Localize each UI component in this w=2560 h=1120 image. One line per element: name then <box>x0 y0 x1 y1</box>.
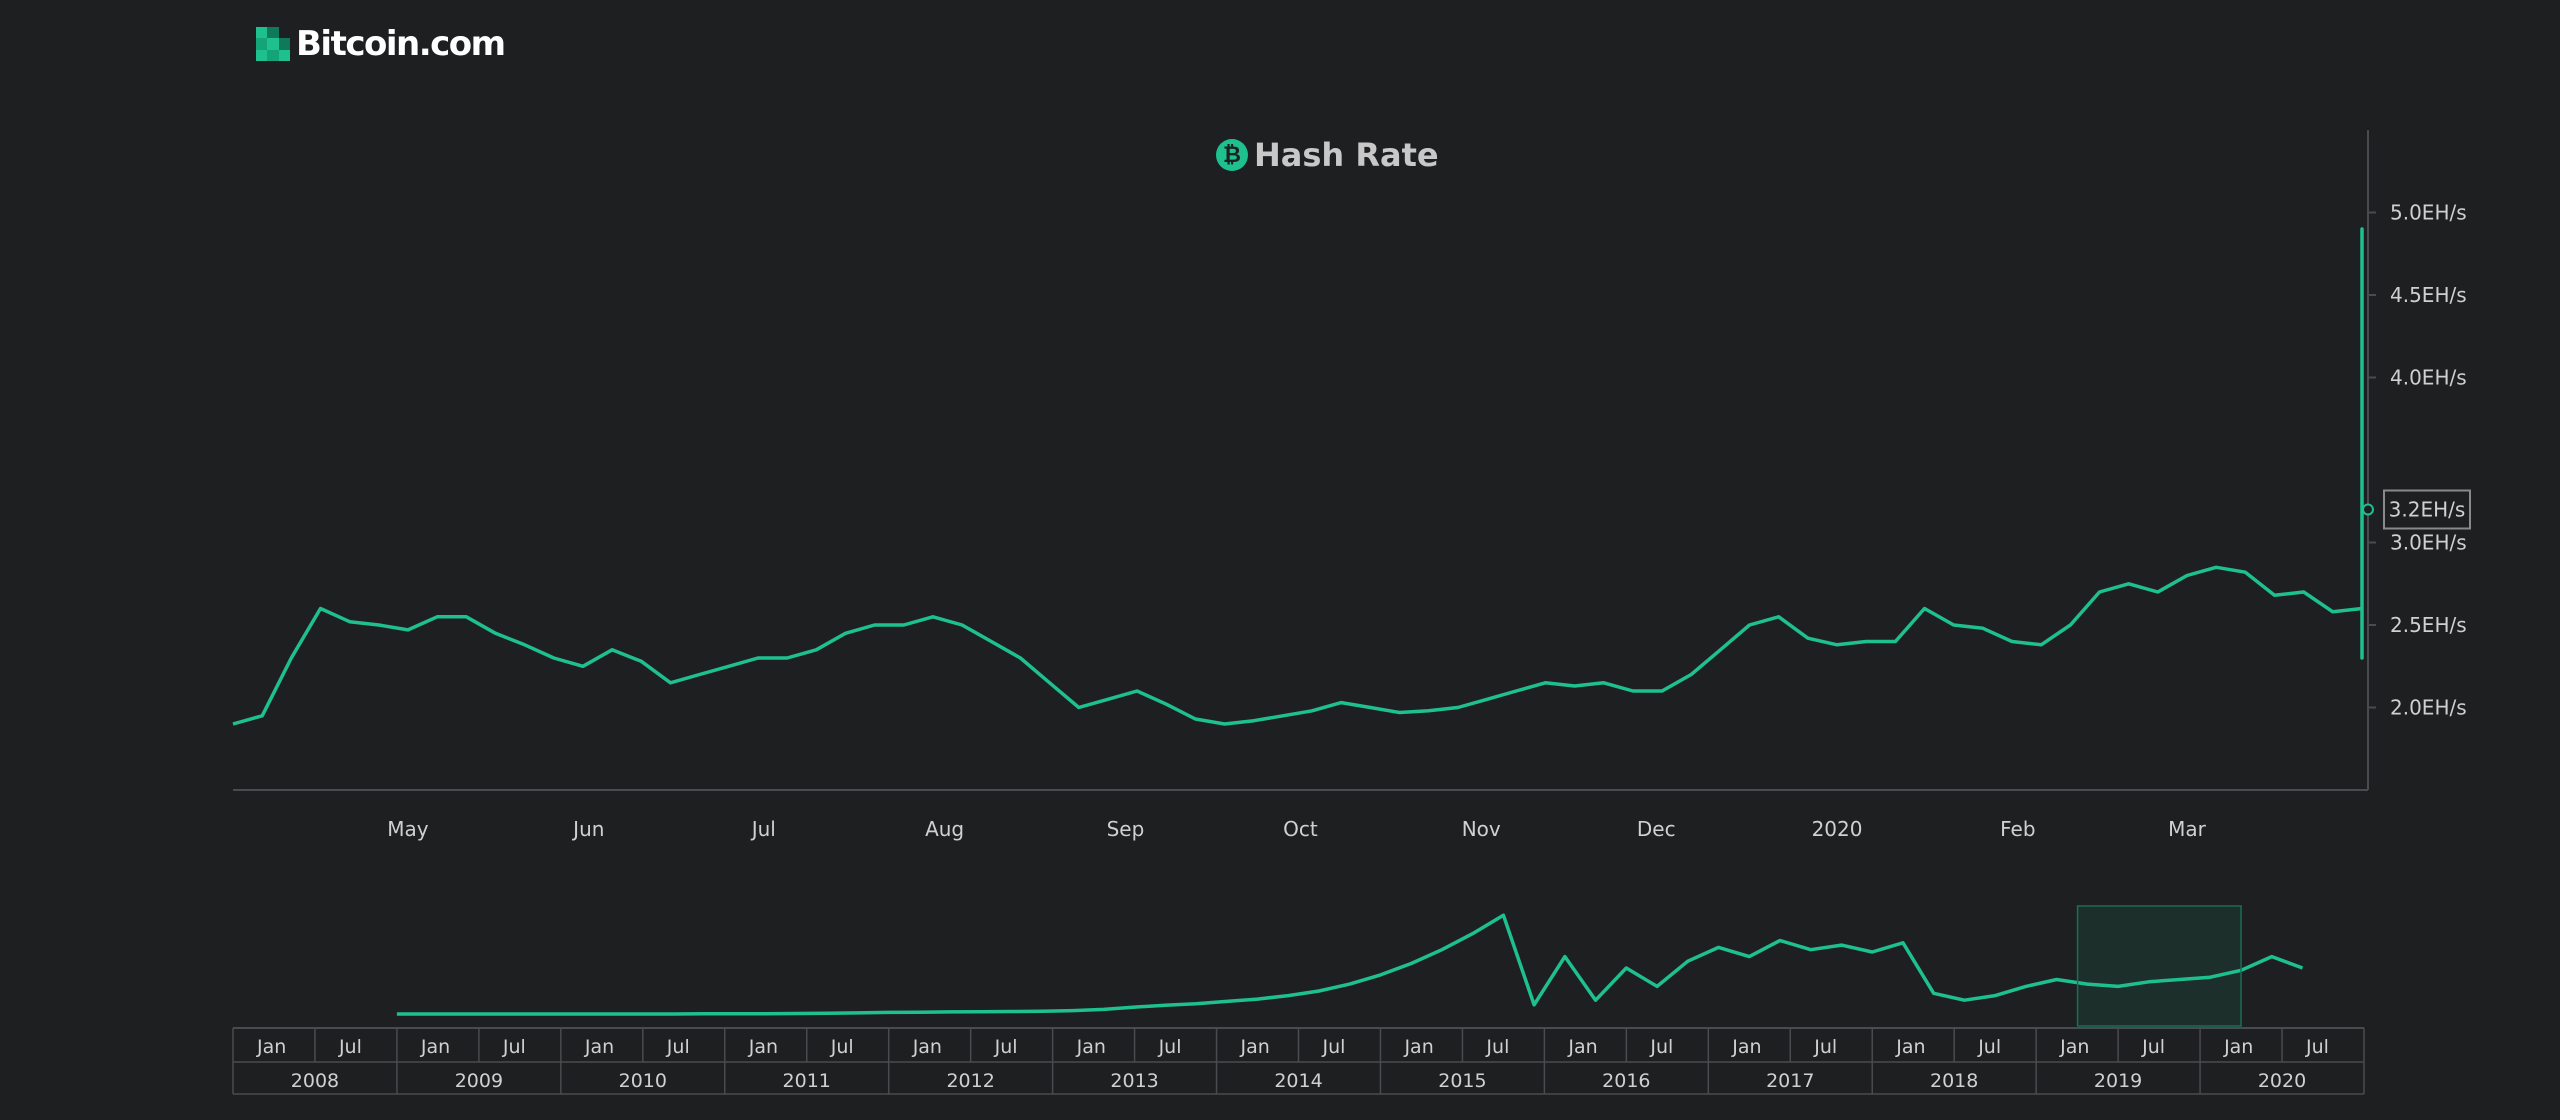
x-tick-label: Jun <box>571 817 604 841</box>
hash-rate-chart[interactable]: 2.0EH/s 2.5EH/s 3.0EH/s 4.0EH/s 4.5EH/s 5.0EH… <box>0 0 2560 1120</box>
x-tick-label: May <box>387 817 429 841</box>
navigator-month-label: Jan <box>1403 1036 1433 1058</box>
y-tick-label: 5.0EH/s <box>2390 201 2467 225</box>
navigator-year-label[interactable]: 2012 <box>946 1070 994 1092</box>
navigator-month-label: Jul <box>338 1036 362 1058</box>
navigator-year-label[interactable]: 2019 <box>2094 1070 2142 1092</box>
x-tick-label: Sep <box>1107 817 1145 841</box>
navigator-month-label: Jan <box>420 1036 450 1058</box>
navigator-month-label: Jul <box>2141 1036 2165 1058</box>
navigator-month-label: Jan <box>584 1036 614 1058</box>
navigator-year-label[interactable]: 2014 <box>1274 1070 1322 1092</box>
navigator-year-label[interactable]: 2016 <box>1602 1070 1650 1092</box>
navigator-year-label[interactable]: 2010 <box>619 1070 667 1092</box>
navigator-series-line <box>396 913 2304 1016</box>
navigator-selection[interactable] <box>2076 905 2242 1027</box>
navigator-month-label: Jul <box>830 1036 854 1058</box>
navigator-month-label: Jan <box>1240 1036 1270 1058</box>
x-tick-label: Mar <box>2168 817 2207 841</box>
navigator-year-label[interactable]: 2008 <box>291 1070 339 1092</box>
navigator-month-label: Jul <box>1813 1036 1837 1058</box>
navigator-month-label: Jul <box>1649 1036 1673 1058</box>
navigator-month-label: Jul <box>1158 1036 1182 1058</box>
navigator-month-label: Jul <box>1322 1036 1346 1058</box>
crosshair-value: 3.2EH/s <box>2389 498 2466 522</box>
navigator-month-label: Jul <box>502 1036 526 1058</box>
y-tick-label: 2.5EH/s <box>2390 613 2467 637</box>
y-tick-label: 2.0EH/s <box>2390 696 2467 720</box>
navigator-year-label[interactable]: 2017 <box>1766 1070 1814 1092</box>
navigator-year-label[interactable]: 2015 <box>1438 1070 1486 1092</box>
navigator-month-label: Jan <box>748 1036 778 1058</box>
navigator-month-label: Jul <box>994 1036 1018 1058</box>
navigator-year-label[interactable]: 2020 <box>2258 1070 2306 1092</box>
y-tick-label: 4.5EH/s <box>2390 283 2467 307</box>
navigator-month-label: Jul <box>2305 1036 2329 1058</box>
navigator-month-label: Jul <box>666 1036 690 1058</box>
x-tick-label: 2020 <box>1812 817 1863 841</box>
navigator-year-label[interactable]: 2009 <box>455 1070 503 1092</box>
navigator-month-label: Jul <box>1977 1036 2001 1058</box>
navigator-year-label[interactable]: 2013 <box>1110 1070 1158 1092</box>
crosshair-marker <box>2362 503 2374 516</box>
x-tick-label: Aug <box>925 817 964 841</box>
x-tick-label: Nov <box>1462 817 1501 841</box>
y-tick-label: 4.0EH/s <box>2390 366 2467 390</box>
navigator-month-label: Jan <box>256 1036 286 1058</box>
navigator-month-label: Jan <box>912 1036 942 1058</box>
navigator-month-label: Jan <box>1895 1036 1925 1058</box>
hash-rate-series-line[interactable] <box>232 227 2364 726</box>
navigator-month-label: Jul <box>1485 1036 1509 1058</box>
navigator-month-label: Jan <box>1567 1036 1597 1058</box>
navigator-month-label: Jan <box>1076 1036 1106 1058</box>
x-tick-label: Oct <box>1283 817 1318 841</box>
navigator-month-label: Jan <box>2059 1036 2089 1058</box>
x-tick-label: Dec <box>1637 817 1676 841</box>
navigator-month-label: Jan <box>1731 1036 1761 1058</box>
x-tick-label: Feb <box>2000 817 2035 841</box>
y-tick-label: 3.0EH/s <box>2390 531 2467 555</box>
navigator-month-label: Jan <box>2223 1036 2253 1058</box>
navigator-year-label[interactable]: 2018 <box>1930 1070 1978 1092</box>
navigator-year-label[interactable]: 2011 <box>783 1070 831 1092</box>
x-tick-label: Jul <box>750 817 776 841</box>
